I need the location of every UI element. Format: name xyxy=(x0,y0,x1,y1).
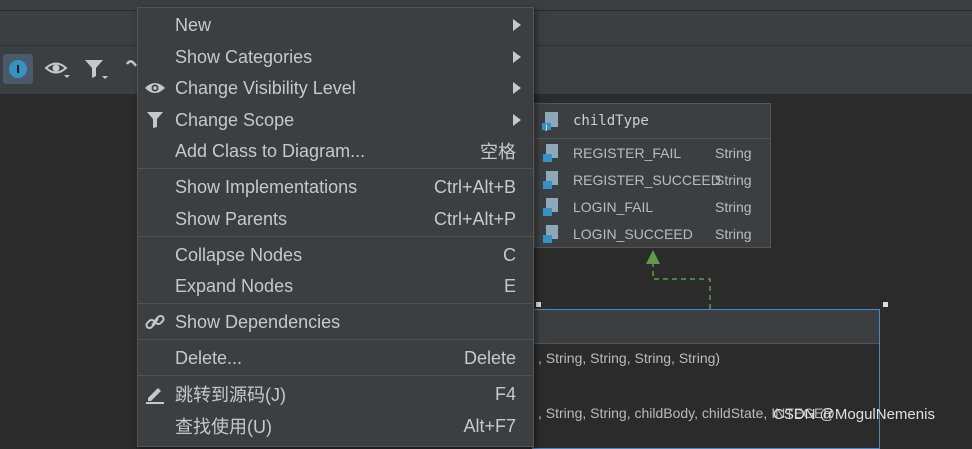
menu-item-shortcut: 空格 xyxy=(480,142,516,162)
menu-item-label: New xyxy=(175,14,212,35)
menu-item-label: Collapse Nodes xyxy=(175,244,303,265)
menu-separator xyxy=(138,339,533,340)
menu-item-label: 查找使用(U) xyxy=(175,417,272,437)
field-row[interactable]: LOGIN_FAIL String xyxy=(535,193,770,220)
menu-item-show-parents[interactable]: Show Parents Ctrl+Alt+P xyxy=(138,204,533,234)
node-header: J childType xyxy=(535,104,770,139)
filter-icon xyxy=(144,109,166,131)
enum-icon: J xyxy=(542,112,558,132)
selection-handle[interactable] xyxy=(536,302,541,307)
menu-item-show-categories[interactable]: Show Categories xyxy=(138,42,533,72)
menu-item-shortcut: F4 xyxy=(494,383,516,404)
menu-item-shortcut: Delete xyxy=(463,347,516,368)
submenu-arrow-icon xyxy=(513,51,521,63)
menu-item-label: Expand Nodes xyxy=(175,275,294,296)
field-row[interactable]: REGISTER_SUCCEED String xyxy=(535,166,770,193)
dependency-arrow xyxy=(646,250,711,310)
menu-item-jump-to-source[interactable]: 跳转到源码(J) F4 xyxy=(138,379,533,409)
eye-icon xyxy=(144,77,166,99)
menu-item-add-class-to-diagram[interactable]: Add Class to Diagram... 空格 xyxy=(138,136,533,166)
context-menu: New Show Categories Change Visibility Le… xyxy=(137,7,534,447)
svg-text:I: I xyxy=(16,63,20,76)
menu-item-label: 跳转到源码(J) xyxy=(175,385,286,405)
menu-item-collapse-nodes[interactable]: Collapse Nodes C xyxy=(138,240,533,270)
constructor-signature: , String, String, String, String) xyxy=(538,350,721,366)
menu-item-new[interactable]: New xyxy=(138,10,533,40)
menu-item-label: Change Visibility Level xyxy=(175,77,356,98)
svg-text:J: J xyxy=(544,124,547,132)
node-header xyxy=(533,310,879,344)
submenu-arrow-icon xyxy=(513,19,521,31)
watermark: CSDN @MogulNemenis xyxy=(773,406,935,423)
info-icon[interactable]: I xyxy=(3,54,33,84)
menu-separator xyxy=(138,168,533,169)
menu-separator xyxy=(138,236,533,237)
menu-item-label: Delete... xyxy=(175,347,243,368)
field-row[interactable]: LOGIN_SUCCEED String xyxy=(535,220,770,247)
field-icon xyxy=(543,170,558,189)
class-node-selected[interactable] xyxy=(532,309,880,449)
menu-item-shortcut: C xyxy=(503,244,516,265)
menu-item-label: Show Dependencies xyxy=(175,311,341,332)
link-icon xyxy=(144,311,166,333)
field-type: String xyxy=(715,198,752,215)
menu-item-label: Show Categories xyxy=(175,46,313,67)
field-name: LOGIN_FAIL xyxy=(573,198,654,215)
field-type: String xyxy=(715,225,752,242)
menu-item-label: Show Parents xyxy=(175,208,288,229)
edit-icon xyxy=(144,383,166,405)
filter-icon[interactable] xyxy=(81,54,111,84)
menu-item-shortcut: Ctrl+Alt+P xyxy=(433,208,516,229)
menu-item-find-usages[interactable]: 查找使用(U) Alt+F7 xyxy=(138,411,533,441)
submenu-arrow-icon xyxy=(513,114,521,126)
menu-item-label: Show Implementations xyxy=(175,176,358,197)
field-name: REGISTER_FAIL xyxy=(573,144,682,161)
field-name: REGISTER_SUCCEED xyxy=(573,171,721,188)
menu-item-show-implementations[interactable]: Show Implementations Ctrl+Alt+B xyxy=(138,172,533,202)
node-title: childType xyxy=(573,113,649,129)
menu-item-shortcut: Alt+F7 xyxy=(463,415,516,436)
menu-item-delete[interactable]: Delete... Delete xyxy=(138,343,533,373)
field-name: LOGIN_SUCCEED xyxy=(573,225,693,242)
menu-item-label: Change Scope xyxy=(175,109,295,130)
field-type: String xyxy=(715,171,752,188)
menu-item-shortcut: E xyxy=(503,275,516,296)
field-icon xyxy=(543,224,558,243)
field-icon xyxy=(543,197,558,216)
selection-handle[interactable] xyxy=(883,302,888,307)
menu-item-show-dependencies[interactable]: Show Dependencies xyxy=(138,307,533,337)
menu-item-change-scope[interactable]: Change Scope xyxy=(138,105,533,135)
enum-node-childtype[interactable]: J childType REGISTER_FAIL String REGISTE… xyxy=(534,103,771,248)
field-type: String xyxy=(715,144,752,161)
menu-separator xyxy=(138,375,533,376)
menu-item-change-visibility-level[interactable]: Change Visibility Level xyxy=(138,73,533,103)
menu-separator xyxy=(138,303,533,304)
field-row[interactable]: REGISTER_FAIL String xyxy=(535,139,770,166)
menu-item-shortcut: Ctrl+Alt+B xyxy=(433,176,516,197)
field-icon xyxy=(543,143,558,162)
menu-item-label: Add Class to Diagram... xyxy=(175,140,366,161)
eye-icon[interactable] xyxy=(42,54,72,84)
menu-item-expand-nodes[interactable]: Expand Nodes E xyxy=(138,271,533,301)
submenu-arrow-icon xyxy=(513,82,521,94)
